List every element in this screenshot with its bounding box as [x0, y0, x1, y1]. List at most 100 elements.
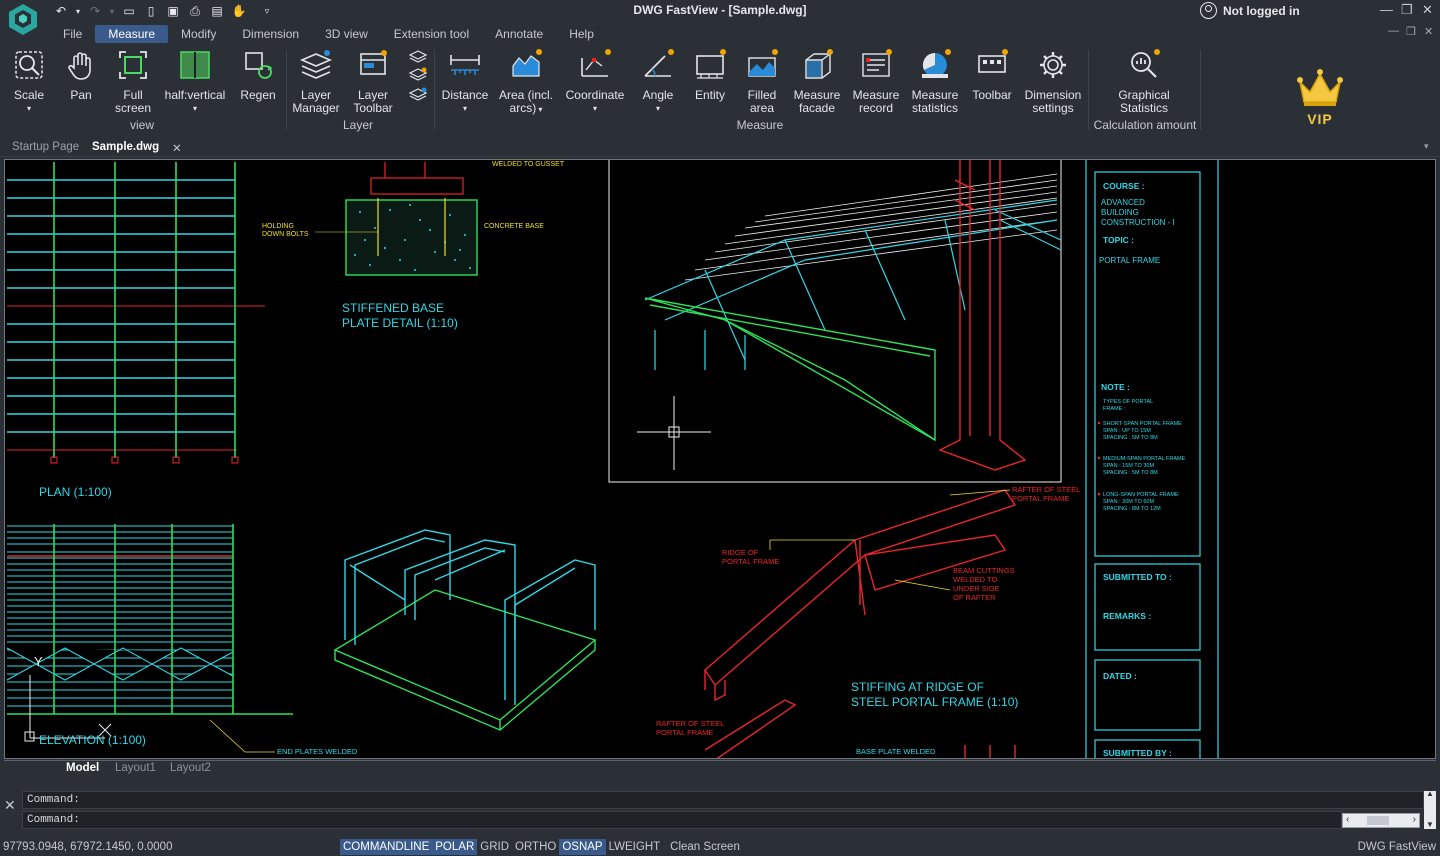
- tb-long-1: LONG-SPAN PORTAL FRAME: [1103, 492, 1179, 498]
- close-icon[interactable]: ✕: [1422, 2, 1433, 18]
- menu-help[interactable]: Help: [556, 25, 607, 43]
- menu-3d-view[interactable]: 3D view: [312, 25, 381, 43]
- roof-detail-view: [608, 160, 1062, 483]
- plan-title: PLAN (1:100): [39, 485, 112, 499]
- command-input[interactable]: Command:: [22, 811, 1342, 829]
- scroll-right-icon[interactable]: ›: [1413, 814, 1416, 825]
- drawing-canvas[interactable]: PLAN (1:100) Y ELEVATION (1:100) END PLA…: [4, 159, 1436, 759]
- tb-submitted-to: SUBMITTED TO :: [1103, 572, 1172, 582]
- tb-long-2: SPAN : 30M TO 60M: [1103, 499, 1154, 505]
- area-arcs-button[interactable]: Area (incl. arcs) ▾: [496, 48, 556, 116]
- filled-area-icon: [748, 49, 778, 77]
- holding-bolts-label-2: DOWN BOLTS: [262, 231, 309, 238]
- full-screen-button[interactable]: Full screen: [112, 48, 154, 115]
- calc-group-label: Calculation amount: [1093, 118, 1197, 132]
- elevation-title: ELEVATION (1:100): [39, 733, 146, 747]
- ribbon-separator: [434, 50, 435, 130]
- toggle-polar[interactable]: POLAR: [432, 839, 478, 855]
- clean-screen-button[interactable]: Clean Screen: [667, 839, 743, 855]
- measure-record-button[interactable]: Measure record: [850, 48, 902, 115]
- coordinate-readout: 97793.0948, 67972.1450, 0.0000: [3, 841, 173, 853]
- measure-group-label: Measure: [736, 118, 784, 132]
- toolbar-icon: [978, 49, 1008, 73]
- angle-button[interactable]: Angle ▾: [638, 48, 678, 115]
- menu-measure[interactable]: Measure: [95, 25, 169, 43]
- tb-short-3: SPACING : 5M TO 8M: [1103, 435, 1158, 441]
- login-status[interactable]: Not logged in: [1200, 2, 1300, 19]
- ridge-label-2: PORTAL FRAME: [722, 557, 779, 566]
- doc-minimize-icon[interactable]: —: [1388, 25, 1399, 37]
- ridge-detail-view: RIDGE OF PORTAL FRAME RAFTER OF STEEL PO…: [656, 485, 1080, 758]
- restore-icon[interactable]: ❐: [1401, 2, 1413, 18]
- tb-topic: PORTAL FRAME: [1099, 256, 1160, 265]
- command-vertical-scrollbar[interactable]: ▲ ▼: [1424, 789, 1436, 829]
- menu-annotate[interactable]: Annotate: [482, 25, 556, 43]
- measure-statistics-button[interactable]: Measure statistics: [908, 48, 962, 115]
- layer-toolbar-button[interactable]: Layer Toolbar: [350, 48, 396, 115]
- scroll-left-icon[interactable]: ‹: [1346, 814, 1349, 825]
- pan-button[interactable]: Pan: [63, 48, 99, 102]
- tb-submitted-by: SUBMITTED BY :: [1103, 748, 1172, 758]
- measure-facade-button[interactable]: Measure facade: [792, 48, 842, 115]
- toggle-commandline[interactable]: COMMANDLINE: [340, 839, 433, 855]
- ridge-label-1: RIDGE OF: [722, 548, 759, 557]
- stiffing-title-1: STIFFING AT RIDGE OF: [851, 680, 984, 694]
- doc-restore-icon[interactable]: ❐: [1406, 25, 1416, 38]
- elevation-view: Y ELEVATION (1:100) END PLATES WELDED: [6, 524, 358, 756]
- toolbar-button[interactable]: Toolbar: [970, 48, 1014, 102]
- graphical-statistics-icon: [1131, 49, 1160, 78]
- distance-icon: [450, 55, 480, 75]
- menu-dimension[interactable]: Dimension: [229, 25, 312, 43]
- scroll-thumb[interactable]: [1367, 816, 1389, 825]
- measure-facade-icon: [805, 49, 833, 79]
- toggle-lweight[interactable]: LWEIGHT: [606, 839, 664, 855]
- document-tabs: Startup Page Sample.dwg ✕ ▾: [0, 139, 1440, 157]
- layer-manager-button[interactable]: Layer Manager: [290, 48, 342, 115]
- layer-manager-icon: [299, 50, 333, 79]
- scale-icon: [15, 51, 43, 79]
- tab-model[interactable]: Model: [60, 762, 105, 774]
- menu-bar: File Measure Modify Dimension 3D view Ex…: [0, 24, 607, 44]
- base-plate-label: BASE PLATE WELDED: [856, 747, 936, 756]
- toggle-grid[interactable]: GRID: [477, 839, 512, 855]
- tab-startup-page[interactable]: Startup Page: [6, 140, 85, 154]
- crown-icon: [1297, 69, 1343, 106]
- view-group-label: view: [129, 118, 154, 132]
- scroll-down-icon[interactable]: ▼: [1426, 820, 1434, 829]
- title-block: COURSE : ADVANCED BUILDING CONSTRUCTION …: [1085, 160, 1219, 758]
- regen-button[interactable]: Regen: [238, 48, 278, 102]
- close-tab-icon[interactable]: ✕: [166, 140, 188, 156]
- tabs-dropdown-icon[interactable]: ▾: [1418, 140, 1435, 153]
- tab-layout2[interactable]: Layout2: [164, 762, 217, 774]
- command-close-icon[interactable]: ✕: [4, 797, 16, 814]
- tb-short-1: SHORT-SPAN PORTAL FRAME: [1103, 421, 1182, 427]
- tab-layout1[interactable]: Layout1: [109, 762, 162, 774]
- layer-tools-icon[interactable]: [408, 48, 428, 108]
- dimension-settings-button[interactable]: Dimension settings: [1024, 48, 1082, 115]
- minimize-icon[interactable]: —: [1380, 2, 1393, 17]
- graphical-statistics-button[interactable]: Graphical Statistics: [1112, 48, 1176, 115]
- toggle-ortho[interactable]: ORTHO: [512, 839, 559, 855]
- doc-close-icon[interactable]: ✕: [1424, 25, 1433, 38]
- menu-file[interactable]: File: [50, 25, 95, 43]
- stiffing-title-2: STEEL PORTAL FRAME (1:10): [851, 695, 1018, 709]
- distance-button[interactable]: Distance ▾: [440, 48, 490, 115]
- regen-icon: [245, 52, 273, 79]
- scale-button[interactable]: Scale ▾: [9, 48, 49, 115]
- concrete-base-label: CONCRETE BASE: [484, 223, 544, 230]
- entity-icon: [696, 49, 726, 79]
- coordinate-button[interactable]: Coordinate ▾: [564, 48, 626, 115]
- menu-extension-tool[interactable]: Extension tool: [381, 25, 482, 43]
- filled-area-button[interactable]: Filled area: [740, 48, 784, 115]
- vip-badge[interactable]: VIP: [1296, 68, 1344, 127]
- toggle-osnap[interactable]: OSNAP: [559, 839, 606, 855]
- tb-dated: DATED :: [1103, 671, 1137, 681]
- tab-sample-dwg[interactable]: Sample.dwg: [86, 140, 165, 154]
- half-vertical-button[interactable]: half:vertical ▾: [164, 48, 226, 115]
- entity-button[interactable]: Entity: [690, 48, 730, 102]
- ribbon: Scale ▾ Pan Full screen half:vertical ▾ …: [0, 44, 1440, 134]
- command-horizontal-scrollbar[interactable]: ‹ ›: [1342, 813, 1420, 828]
- angle-icon: [644, 49, 674, 77]
- scroll-up-icon[interactable]: ▲: [1426, 789, 1434, 798]
- menu-modify[interactable]: Modify: [168, 25, 229, 43]
